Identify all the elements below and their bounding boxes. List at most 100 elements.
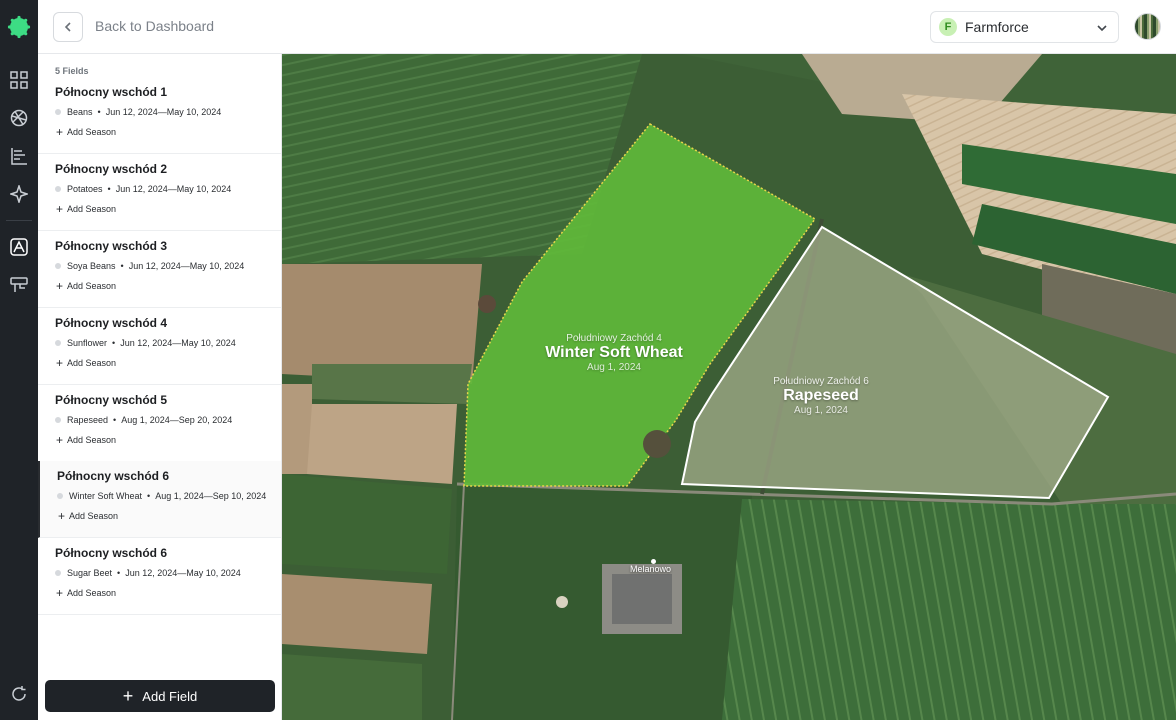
status-dot xyxy=(55,417,61,423)
grid-icon[interactable] xyxy=(9,70,29,90)
map-field-label-rapeseed: Południowy Zachód 6 Rapeseed Aug 1, 2024 xyxy=(742,376,900,416)
bar-chart-icon[interactable] xyxy=(9,146,29,166)
back-to-dashboard-link[interactable]: Back to Dashboard xyxy=(95,18,214,34)
nav-rail xyxy=(0,0,38,720)
separator: • xyxy=(107,184,111,194)
sparkle-icon[interactable] xyxy=(9,184,29,204)
crop-name: Sugar Beet xyxy=(67,568,113,578)
field-name: Północny wschód 1 xyxy=(55,85,168,99)
status-dot xyxy=(55,340,61,346)
satellite-map[interactable]: Południowy Zachód 4 Winter Soft Wheat Au… xyxy=(282,54,1176,720)
field-season-meta: Rapeseed • Aug 1, 2024—Sep 20, 2024 xyxy=(55,415,232,425)
status-dot xyxy=(55,263,61,269)
top-bar: Back to Dashboard F Farmforce xyxy=(38,0,1176,54)
field-name: Północny wschód 6 xyxy=(55,546,168,560)
add-season-label: Add Season xyxy=(67,127,117,137)
logo-icon[interactable] xyxy=(7,15,31,39)
status-dot xyxy=(57,493,63,499)
crop-name: Sunflower xyxy=(67,338,108,348)
add-season-button[interactable]: + Add Season xyxy=(56,124,117,139)
separator: • xyxy=(120,261,124,271)
plus-icon: + xyxy=(58,508,66,523)
season-dates: Jun 12, 2024—May 10, 2024 xyxy=(120,338,236,348)
map-field-crop: Rapeseed xyxy=(783,387,859,404)
add-season-button[interactable]: + Add Season xyxy=(56,585,117,600)
separator: • xyxy=(112,338,116,348)
season-dates: Jun 12, 2024—May 10, 2024 xyxy=(128,261,245,271)
chevron-down-icon xyxy=(1096,21,1108,33)
field-name: Północny wschód 3 xyxy=(55,239,168,253)
map-imagery xyxy=(282,54,1176,720)
plus-icon: + xyxy=(56,432,64,447)
crop-name: Potatoes xyxy=(67,184,103,194)
tractor-icon[interactable] xyxy=(9,275,29,295)
field-season-meta: Winter Soft Wheat • Aug 1, 2024—Sep 10, … xyxy=(57,491,266,501)
add-season-label: Add Season xyxy=(67,435,117,445)
map-field-date: Aug 1, 2024 xyxy=(587,362,641,373)
add-season-button[interactable]: + Add Season xyxy=(56,432,117,447)
plus-icon: + xyxy=(56,355,64,370)
add-season-label: Add Season xyxy=(67,281,117,291)
field-list-item[interactable]: Północny wschód 3 Soya Beans • Jun 12, 2… xyxy=(38,231,281,308)
avatar[interactable] xyxy=(1134,13,1161,40)
map-field-crop: Winter Soft Wheat xyxy=(545,344,683,361)
separator: • xyxy=(113,415,117,425)
field-list-item[interactable]: Północny wschód 1 Beans • Jun 12, 2024—M… xyxy=(38,77,281,154)
field-season-meta: Soya Beans • Jun 12, 2024—May 10, 2024 xyxy=(55,261,244,271)
add-season-button[interactable]: + Add Season xyxy=(56,355,117,370)
status-dot xyxy=(55,186,61,192)
field-list-item[interactable]: Północny wschód 6 Sugar Beet • Jun 12, 2… xyxy=(38,538,281,615)
rail-divider xyxy=(6,220,32,221)
org-badge: F xyxy=(939,18,957,36)
status-dot xyxy=(55,570,61,576)
plus-icon: + xyxy=(122,686,134,706)
plus-icon: + xyxy=(56,201,64,216)
season-dates: Jun 12, 2024—May 10, 2024 xyxy=(115,184,232,194)
season-dates: Jun 12, 2024—May 10, 2024 xyxy=(105,107,222,117)
add-season-button[interactable]: + Add Season xyxy=(58,508,119,523)
add-season-button[interactable]: + Add Season xyxy=(56,278,117,293)
fields-count: 5 Fields xyxy=(55,66,89,76)
add-season-label: Add Season xyxy=(67,358,117,368)
town-label: Melanowo xyxy=(630,564,672,574)
org-name: Farmforce xyxy=(965,19,1029,35)
field-season-meta: Sunflower • Jun 12, 2024—May 10, 2024 xyxy=(55,338,236,348)
field-season-meta: Sugar Beet • Jun 12, 2024—May 10, 2024 xyxy=(55,568,241,578)
season-dates: Aug 1, 2024—Sep 20, 2024 xyxy=(121,415,233,425)
add-field-button[interactable]: + Add Field xyxy=(45,680,275,712)
crop-name: Winter Soft Wheat xyxy=(69,491,143,501)
plus-icon: + xyxy=(56,278,64,293)
field-name: Północny wschód 6 xyxy=(57,469,170,483)
field-season-meta: Potatoes • Jun 12, 2024—May 10, 2024 xyxy=(55,184,231,194)
field-list-item[interactable]: Północny wschód 2 Potatoes • Jun 12, 202… xyxy=(38,154,281,231)
map-field-label-wheat: Południowy Zachód 4 Winter Soft Wheat Au… xyxy=(530,333,698,373)
field-list-item[interactable]: Północny wschód 5 Rapeseed • Aug 1, 2024… xyxy=(38,385,281,462)
globe-icon[interactable] xyxy=(9,108,29,128)
field-season-meta: Beans • Jun 12, 2024—May 10, 2024 xyxy=(55,107,221,117)
season-dates: Jun 12, 2024—May 10, 2024 xyxy=(125,568,241,578)
field-list-item[interactable]: Północny wschód 4 Sunflower • Jun 12, 20… xyxy=(38,308,281,385)
plus-icon: + xyxy=(56,124,64,139)
map-icon[interactable] xyxy=(9,237,29,257)
field-list-item-selected[interactable]: Północny wschód 6 Winter Soft Wheat • Au… xyxy=(38,461,281,538)
add-season-label: Add Season xyxy=(67,204,117,214)
field-name: Północny wschód 4 xyxy=(55,316,168,330)
field-name: Północny wschód 5 xyxy=(55,393,168,407)
refresh-icon[interactable] xyxy=(9,684,29,704)
season-dates: Aug 1, 2024—Sep 10, 2024 xyxy=(155,491,267,501)
crop-name: Beans xyxy=(67,107,93,117)
back-button[interactable] xyxy=(53,12,83,42)
map-field-date: Aug 1, 2024 xyxy=(794,405,848,416)
separator: • xyxy=(97,107,101,117)
organization-select[interactable]: F Farmforce xyxy=(930,11,1119,43)
fields-sidebar: 5 Fields Północny wschód 1 Beans • Jun 1… xyxy=(38,54,282,720)
add-season-label: Add Season xyxy=(69,511,119,521)
add-season-button[interactable]: + Add Season xyxy=(56,201,117,216)
status-dot xyxy=(55,109,61,115)
add-field-label: Add Field xyxy=(142,688,198,704)
plus-icon: + xyxy=(56,585,64,600)
separator: • xyxy=(147,491,151,501)
separator: • xyxy=(117,568,121,578)
add-season-label: Add Season xyxy=(67,588,117,598)
chevron-left-icon xyxy=(64,22,71,32)
